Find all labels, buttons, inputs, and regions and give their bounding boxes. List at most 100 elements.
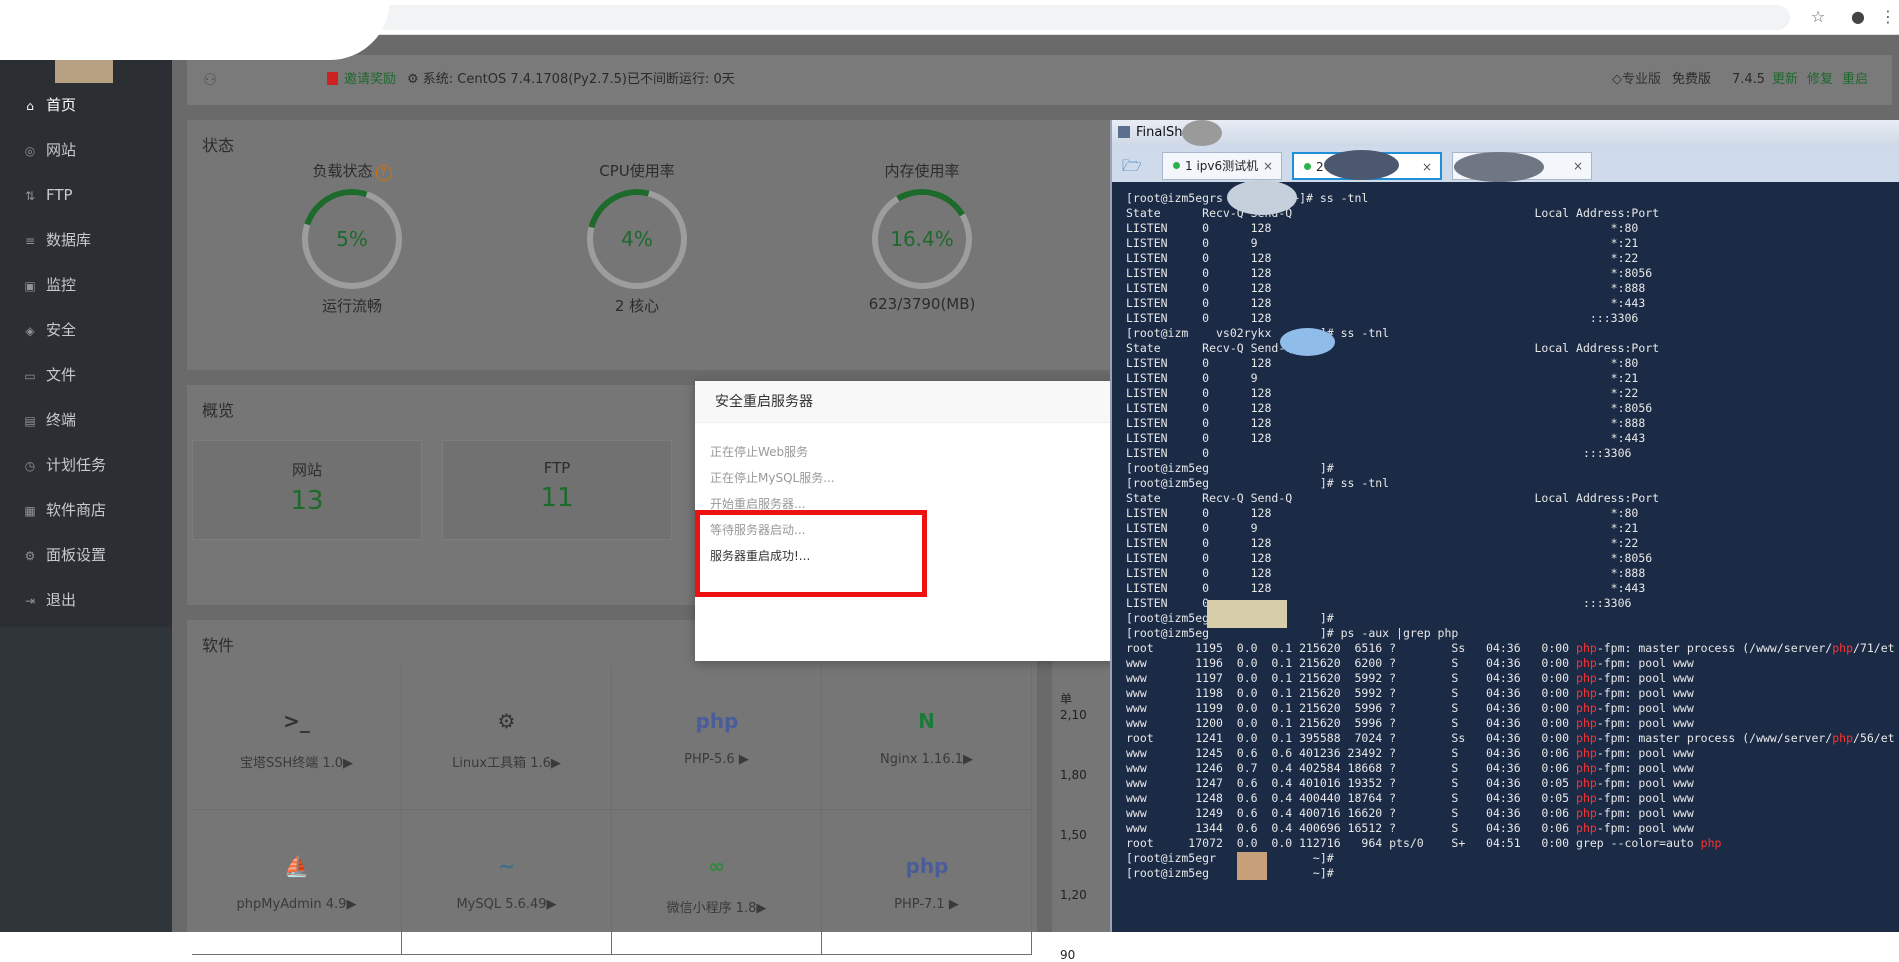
more-vert-icon[interactable]: ⋮ [1878, 7, 1898, 27]
apps-icon: ▦ [24, 504, 36, 518]
software-item[interactable]: ⚙ Linux工具箱 1.6▶ [402, 665, 612, 810]
terminal-line: LISTEN 0 128 *:888 [1126, 566, 1646, 580]
terminal-line: LISTEN 0 128 *:8056 [1126, 401, 1653, 415]
sidebar-item-3[interactable]: ≡ 数据库 [0, 218, 172, 263]
sidebar-item-8[interactable]: ◷ 计划任务 [0, 443, 172, 488]
sidebar-item-5[interactable]: ◈ 安全 [0, 308, 172, 353]
terminal-line: [root@izm vs02rykx ~]# ss -tnl [1126, 326, 1390, 340]
ftp-icon: ⇅ [24, 189, 36, 203]
toolbox-icon: ⚙ [497, 709, 516, 733]
gauge-ring: 16.4% [861, 178, 983, 300]
red-highlight-box [695, 510, 927, 597]
session-tab-label: 2 [1316, 160, 1324, 174]
software-name: Linux工具箱 1.6▶ [452, 756, 561, 771]
gauge: 内存使用率 16.4% 623/3790(MB) [832, 160, 1012, 313]
sidebar-item-9[interactable]: ▦ 软件商店 [0, 488, 172, 533]
version-label: 7.4.5 [1732, 72, 1766, 87]
terminal-line: [root@izm5eg ]# ss -tnl [1126, 476, 1390, 490]
sidebar-item-11[interactable]: ⇥ 退出 [0, 578, 172, 623]
user-icon[interactable]: ⚇ [203, 55, 217, 105]
clock-icon: ◷ [24, 459, 36, 473]
overview-card-value: 13 [290, 486, 324, 516]
terminal-line: LISTEN 0 128 *:22 [1126, 386, 1639, 400]
software-name: PHP-5.6 ▶ [684, 752, 749, 767]
star-icon[interactable]: ☆ [1808, 7, 1828, 27]
update-link[interactable]: 更新 [1772, 55, 1798, 105]
gauge-arc [861, 178, 983, 300]
gauge-subtext: 623/3790(MB) [868, 295, 976, 313]
gear-icon: ⚙ [24, 549, 36, 563]
gauge-arc [568, 170, 706, 308]
gauge-label: 内存使用率 [832, 160, 1012, 181]
close-icon[interactable]: × [1263, 153, 1273, 179]
terminal-line: root 1241 0.0 0.1 395588 7024 ? Ss 04:36… [1126, 731, 1895, 745]
session-tab-label: 1 ipv6测试机 [1185, 159, 1259, 173]
sidebar-item-0[interactable]: ⌂ 首页 [0, 83, 172, 128]
sailboat-icon: ⛵ [284, 854, 309, 878]
software-item[interactable]: ~ MySQL 5.6.49▶ [402, 810, 612, 955]
session-tab[interactable]: 1 ipv6测试机 × [1162, 152, 1282, 180]
terminal-line: LISTEN 0 128 :::3306 [1126, 311, 1639, 325]
gauge-label-text: CPU使用率 [599, 162, 675, 180]
restart-server-dialog: 安全重启服务器 正在停止Web服务 正在停止MySQL服务... 开始重启服务器..… [695, 381, 1115, 661]
sidebar-item-label: 面板设置 [46, 546, 107, 564]
sidebar-item-4[interactable]: ▣ 监控 [0, 263, 172, 308]
terminal-line: LISTEN 0 128 *:80 [1126, 221, 1639, 235]
overview-card-label: FTP [543, 459, 571, 477]
repair-link[interactable]: 修复 [1807, 55, 1833, 105]
overview-card-value: 11 [540, 483, 574, 513]
terminal-line: [root@izm5eg ]# ps -aux |grep php [1126, 626, 1459, 640]
y-tick-label: 1,80 [1060, 768, 1087, 782]
close-icon[interactable]: × [1422, 154, 1432, 180]
software-name: PHP-7.1 ▶ [894, 897, 959, 912]
redaction-blot [1207, 600, 1287, 628]
redaction-blot [0, 0, 390, 60]
sidebar-item-1[interactable]: ◎ 网站 [0, 128, 172, 173]
sidebar-item-7[interactable]: ▤ 终端 [0, 398, 172, 443]
overview-card[interactable]: 网站 13 [192, 440, 422, 540]
gauge: 负载状态? 5% 运行流畅 [262, 160, 442, 315]
php-icon: php [695, 709, 739, 733]
dialog-title: 安全重启服务器 [695, 381, 1115, 423]
free-edition-label: 免费版 [1672, 72, 1712, 87]
database-icon: ≡ [24, 234, 36, 248]
close-icon[interactable]: × [1573, 153, 1583, 179]
software-item[interactable]: N Nginx 1.16.1▶ [822, 665, 1032, 810]
terminal-line: LISTEN 0 128 *:443 [1126, 581, 1646, 595]
sidebar-item-label: 首页 [46, 96, 77, 114]
sidebar-item-label: 网站 [46, 141, 77, 159]
connected-dot-icon [1304, 163, 1311, 170]
software-item[interactable]: >_ 宝塔SSH终端 1.0▶ [192, 665, 402, 810]
gauge-label-text: 内存使用率 [884, 162, 960, 180]
terminal-line: www 1199 0.0 0.1 215620 5996 ? S 04:36 0… [1126, 701, 1694, 715]
terminal-line: LISTEN 0 128 *:80 [1126, 506, 1639, 520]
terminal-line: State Recv-Q Send-Q Local Address:Port [1126, 491, 1660, 505]
software-item[interactable]: ∞ 微信小程序 1.8▶ [612, 810, 822, 955]
pro-edition-badge[interactable]: ◇专业版 [1612, 55, 1661, 105]
software-item[interactable]: ⛵ phpMyAdmin 4.9▶ [192, 810, 402, 955]
terminal-line: www 1196 0.0 0.1 215620 6200 ? S 04:36 0… [1126, 656, 1694, 670]
sidebar-item-6[interactable]: ▭ 文件 [0, 353, 172, 398]
invite-reward-link[interactable]: 邀请奖励 [327, 55, 396, 105]
terminal-output[interactable]: [root@izm5egrs ~]# ss -tnl State Recv-Q S… [1126, 191, 1896, 881]
redaction-blot [1280, 328, 1335, 356]
uptime-info: 已不间断运行: 0天 [627, 72, 735, 87]
gauge-subtext: 运行流畅 [321, 297, 382, 315]
redaction-blot [1237, 852, 1267, 880]
account-icon[interactable]: ● [1848, 7, 1868, 27]
help-icon[interactable]: ? [375, 165, 392, 181]
restart-link[interactable]: 重启 [1842, 55, 1868, 105]
overview-card[interactable]: FTP 11 [442, 440, 672, 540]
terminal-line: root 17072 0.0 0.0 112716 964 pts/0 S+ 0… [1126, 836, 1722, 850]
sidebar-item-2[interactable]: ⇅ FTP [0, 173, 172, 218]
software-item[interactable]: php PHP-7.1 ▶ [822, 810, 1032, 955]
sidebar-item-label: 安全 [46, 321, 77, 339]
globe-icon: ◎ [24, 144, 36, 158]
terminal-line: www 1249 0.6 0.4 400716 16620 ? S 04:36 … [1126, 806, 1694, 820]
status-title: 状态 [202, 136, 235, 155]
terminal-line: LISTEN 0 128 *:80 [1126, 356, 1639, 370]
software-item[interactable]: php PHP-5.6 ▶ [612, 665, 822, 810]
gauge-label: 负载状态? [262, 160, 442, 181]
sidebar-item-10[interactable]: ⚙ 面板设置 [0, 533, 172, 578]
folder-icon[interactable]: 🗁 [1122, 155, 1142, 182]
